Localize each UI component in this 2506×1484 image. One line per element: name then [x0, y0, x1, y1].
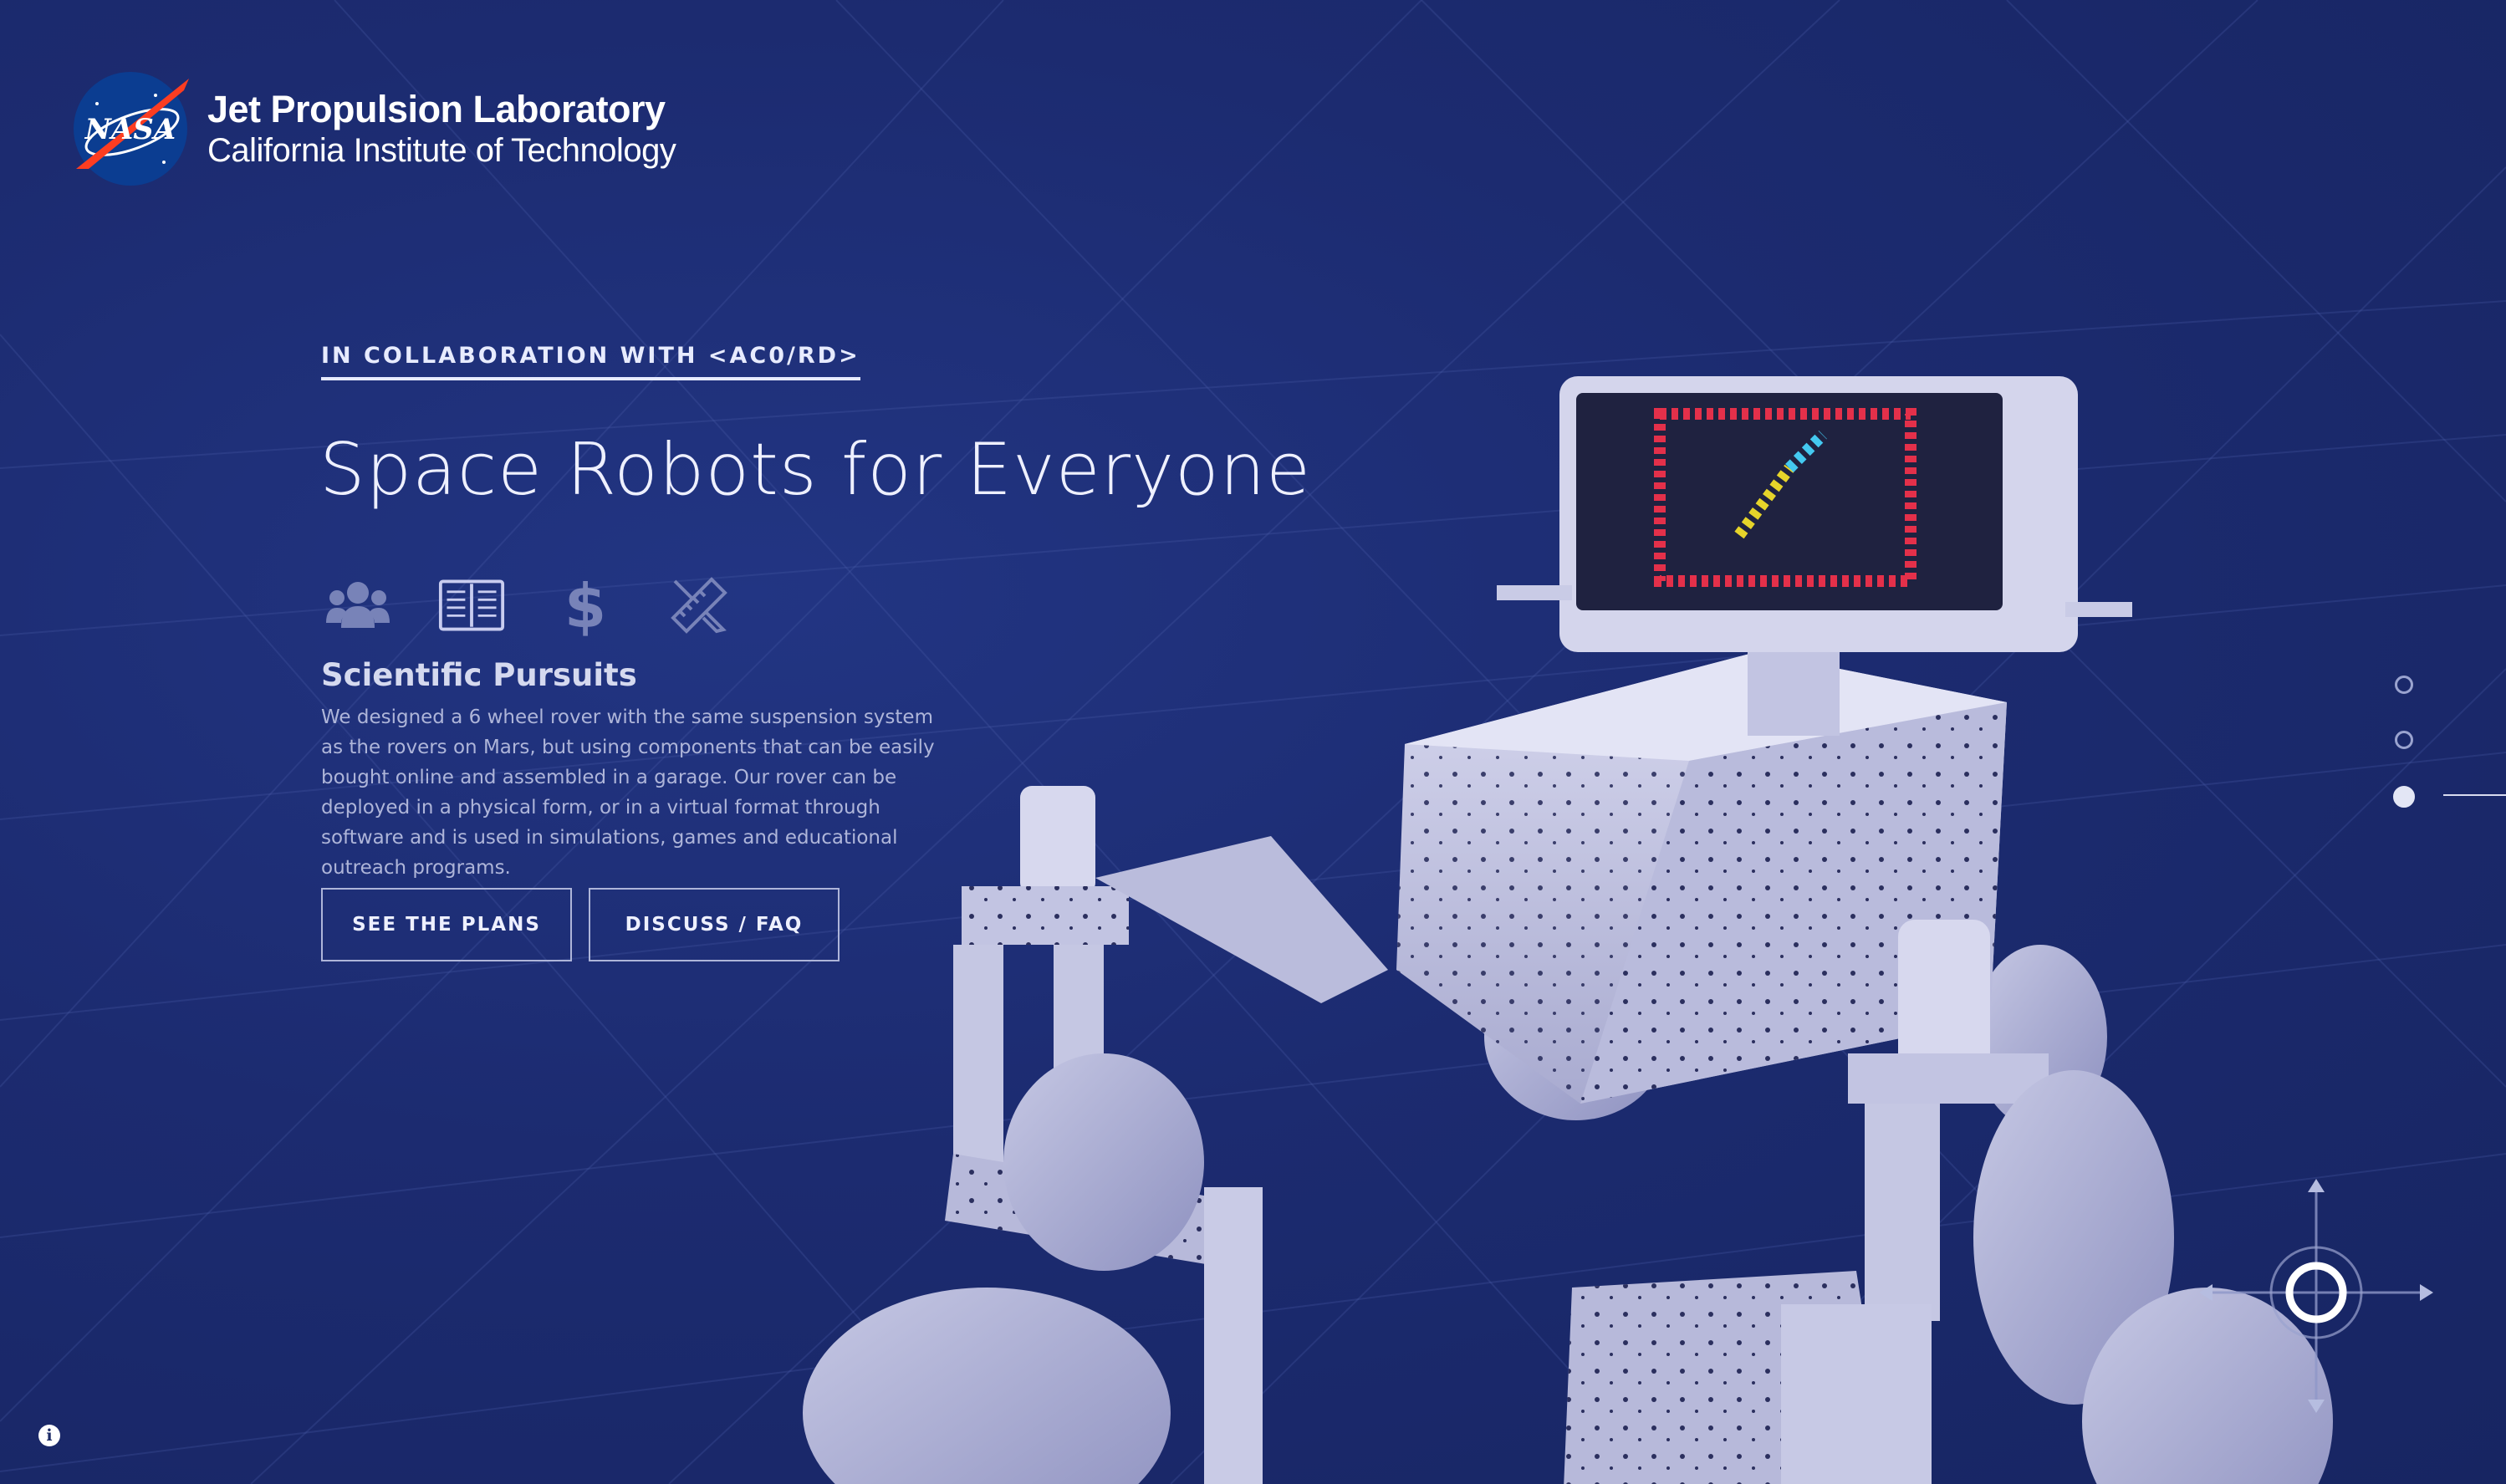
nasa-meatball-icon: NASA [74, 72, 189, 186]
logo-title: Jet Propulsion Laboratory [207, 88, 666, 131]
dollar-icon[interactable]: $ [552, 574, 619, 637]
collaboration-link[interactable]: IN COLLABORATION WITH <AC0/RD> [321, 343, 860, 380]
category-icons: $ [324, 574, 779, 637]
slide-dot-1[interactable] [2395, 676, 2413, 694]
pencil-ruler-icon[interactable] [666, 574, 732, 637]
logo-subtitle: California Institute of Technology [207, 131, 676, 169]
slide-navigation [2393, 676, 2415, 844]
section-description: We designed a 6 wheel rover with the sam… [321, 706, 935, 879]
logo-text: Jet Propulsion Laboratory California Ins… [207, 89, 676, 169]
discuss-faq-button[interactable]: DISCUSS / FAQ [589, 888, 840, 961]
jpl-logo[interactable]: NASA Jet Propulsion Laboratory Californi… [72, 70, 676, 187]
section-title: Scientific Pursuits [321, 657, 637, 693]
slide-dot-3-active[interactable] [2393, 786, 2415, 808]
slide-dot-2[interactable] [2395, 731, 2413, 749]
orbit-control-icon[interactable] [2199, 1170, 2433, 1421]
svg-text:$: $ [564, 574, 606, 637]
book-icon[interactable] [438, 574, 505, 637]
active-slide-indicator-line [2443, 794, 2506, 796]
rover-illustration [803, 376, 2333, 1484]
cta-buttons: SEE THE PLANS DISCUSS / FAQ [321, 888, 856, 961]
page-title: Space Robots for Everyone [319, 428, 1311, 512]
team-icon[interactable] [324, 574, 391, 637]
hero-stage: NASA Jet Propulsion Laboratory Californi… [0, 0, 2506, 1484]
info-icon[interactable]: i [38, 1425, 60, 1446]
svg-text:NASA: NASA [84, 113, 176, 146]
see-the-plans-button[interactable]: SEE THE PLANS [321, 888, 572, 961]
